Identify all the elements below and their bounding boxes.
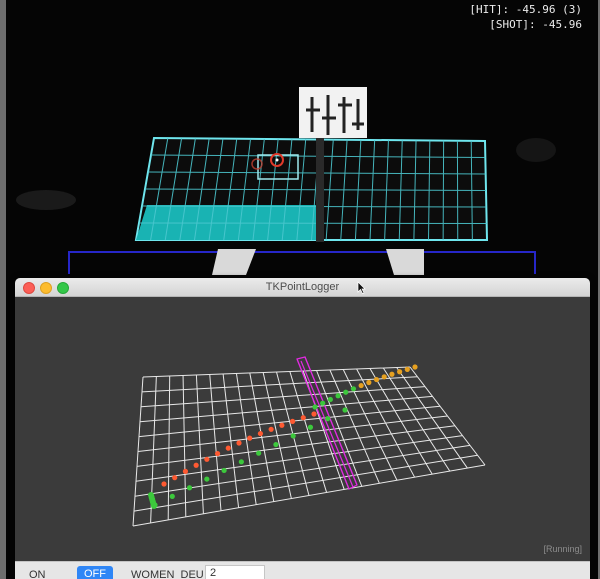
ball-point bbox=[343, 389, 349, 395]
off-button[interactable]: OFF bbox=[77, 566, 113, 579]
logger-window: TKPointLogger [Running] ON OFF WOMEN_DEU… bbox=[15, 278, 590, 579]
ball-point bbox=[300, 415, 306, 421]
window-title: TKPointLogger bbox=[265, 281, 340, 293]
table-grid-line bbox=[138, 222, 487, 224]
ball-point bbox=[204, 476, 210, 482]
net-post bbox=[316, 138, 324, 242]
ball-point bbox=[268, 426, 274, 432]
ball-point bbox=[311, 411, 317, 417]
ball-point bbox=[236, 440, 242, 446]
ball-point bbox=[257, 430, 264, 437]
ball-point bbox=[327, 396, 333, 403]
ball-point bbox=[350, 386, 357, 392]
ball-point bbox=[151, 503, 157, 509]
ball-point bbox=[320, 400, 326, 406]
ball-point bbox=[289, 418, 296, 424]
ball-point bbox=[214, 450, 221, 457]
shot-readout: [SHOT]: -45.96 bbox=[489, 18, 582, 31]
spectator-shadow bbox=[516, 138, 556, 162]
table-grid-3d bbox=[132, 366, 486, 527]
ball-point bbox=[182, 468, 189, 474]
ball-point bbox=[279, 422, 285, 428]
ball-point bbox=[290, 433, 296, 439]
ball-point bbox=[204, 456, 210, 462]
ball-point bbox=[273, 441, 279, 448]
ball-point bbox=[325, 416, 331, 422]
ball-point bbox=[221, 467, 227, 474]
ball-point bbox=[169, 493, 175, 499]
ball-point bbox=[161, 481, 167, 487]
session-name-label: WOMEN_DEU_ bbox=[131, 569, 210, 579]
ball-point bbox=[307, 424, 314, 430]
ball-point bbox=[225, 445, 231, 451]
camera-monitor: [HIT]: -45.96 (3) [SHOT]: -45.96 TKPoint… bbox=[6, 0, 598, 579]
hit-marker-center bbox=[275, 158, 279, 162]
ball-point bbox=[342, 407, 348, 413]
ball-point bbox=[312, 404, 318, 410]
hud-readout: [HIT]: -45.96 (3) [SHOT]: -45.96 bbox=[469, 2, 582, 32]
ball-point bbox=[238, 459, 244, 465]
ball-point bbox=[358, 382, 364, 389]
mouse-cursor-icon bbox=[357, 281, 366, 294]
trial-number-input[interactable] bbox=[205, 565, 265, 579]
hit-readout: [HIT]: -45.96 (3) bbox=[469, 3, 582, 16]
ball-point bbox=[404, 366, 410, 372]
ball-point bbox=[186, 485, 193, 491]
trajectory-plot-canvas bbox=[132, 356, 486, 527]
ball-point bbox=[193, 462, 199, 468]
ball-point bbox=[172, 475, 178, 481]
table-leg bbox=[212, 249, 256, 275]
ball-point bbox=[366, 379, 372, 386]
detection-boundary bbox=[68, 251, 536, 274]
on-button[interactable]: ON bbox=[29, 569, 46, 579]
trajectory-plot bbox=[15, 297, 590, 549]
spectator-shadow bbox=[16, 190, 76, 210]
ball-point bbox=[335, 393, 341, 399]
ball-point bbox=[256, 450, 262, 456]
ball-point bbox=[373, 376, 380, 383]
ball-point bbox=[412, 364, 418, 370]
ball-point bbox=[397, 369, 403, 375]
plot-grid-line bbox=[142, 366, 411, 378]
ball-point bbox=[389, 371, 395, 377]
table-leg bbox=[386, 249, 424, 275]
ball-point bbox=[247, 435, 253, 441]
control-bar: ON OFF WOMEN_DEU_ bbox=[15, 561, 590, 579]
window-title-bar[interactable]: TKPointLogger bbox=[15, 278, 590, 297]
ball-point bbox=[381, 374, 387, 380]
status-text: [Running] bbox=[543, 544, 582, 554]
